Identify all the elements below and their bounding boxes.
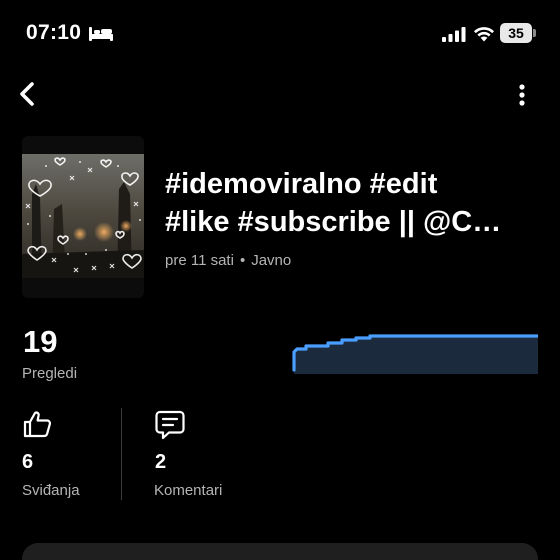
battery-tip xyxy=(533,29,536,37)
meta-separator: • xyxy=(239,252,246,269)
visibility-label: Javno xyxy=(251,252,292,269)
likes-count: 6 xyxy=(22,451,34,473)
thumbnail-image xyxy=(22,154,144,278)
battery-icon: 35 xyxy=(500,23,536,43)
comments-count: 2 xyxy=(155,451,167,473)
views-sparkline xyxy=(292,334,538,374)
comments-label: Komentari xyxy=(154,482,223,499)
video-title: #idemoviralno #edit #like #subscribe || … xyxy=(165,165,545,241)
video-thumbnail[interactable] xyxy=(22,136,144,298)
views-label: Pregledi xyxy=(22,365,78,382)
back-button[interactable] xyxy=(10,76,46,112)
comment-icon xyxy=(155,410,185,440)
wifi-icon xyxy=(474,27,494,42)
views-count: 19 xyxy=(23,324,58,359)
status-bar: 07:10 35 xyxy=(0,0,560,64)
posted-time: pre 11 sati xyxy=(165,252,234,269)
stats-divider xyxy=(121,408,122,500)
signal-icon xyxy=(442,27,466,42)
more-options-button[interactable] xyxy=(508,78,536,112)
video-title-line-1: #idemoviralno #edit xyxy=(165,168,438,200)
thumbs-up-icon xyxy=(23,411,52,438)
video-title-line-2: #like #subscribe || @C… xyxy=(165,206,502,238)
more-vertical-icon xyxy=(519,84,525,106)
bottom-card[interactable] xyxy=(22,543,538,560)
bed-icon xyxy=(89,27,113,41)
likes-label: Sviđanja xyxy=(22,482,80,499)
video-meta: pre 11 sati • Javno xyxy=(165,252,291,269)
status-time: 07:10 xyxy=(26,21,82,44)
chevron-left-icon xyxy=(20,82,34,106)
battery-level: 35 xyxy=(500,23,532,43)
